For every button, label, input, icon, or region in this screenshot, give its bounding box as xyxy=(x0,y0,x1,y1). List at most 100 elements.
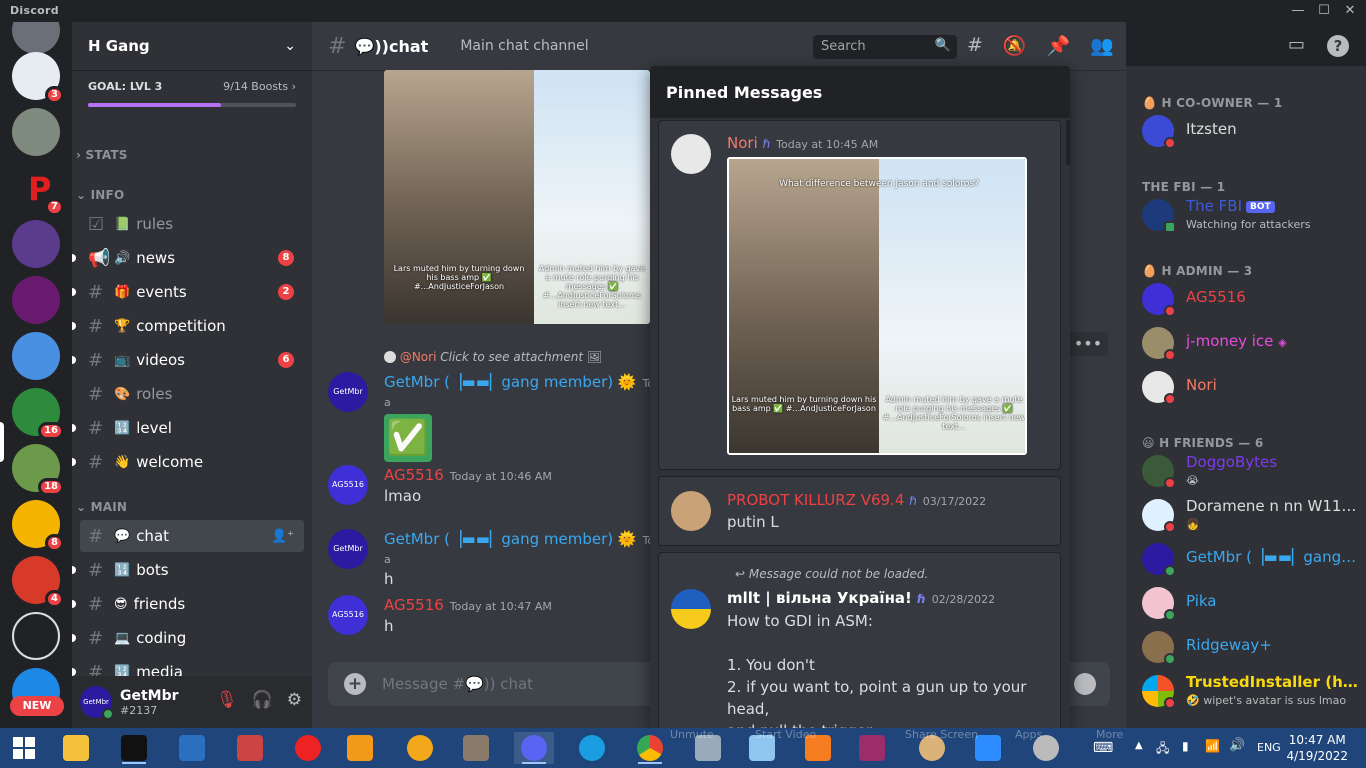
message-author[interactable]: GetMbr (▕▬▬▏gang member) 🌞 xyxy=(384,373,637,391)
emoji-picker-icon[interactable] xyxy=(1074,673,1096,695)
channel-coding[interactable]: # 💻 coding xyxy=(72,622,304,654)
server-icon[interactable]: 18 xyxy=(12,444,64,496)
reply-reference[interactable]: @Nori Click to see attachment 🖼 xyxy=(384,350,602,364)
server-icon[interactable]: 3 xyxy=(12,52,64,104)
headphones-icon[interactable]: 🎧 xyxy=(252,690,273,710)
member-item[interactable]: Doramene n nn W11 U... 👧 xyxy=(1142,494,1358,536)
paint-tool-icon[interactable] xyxy=(230,732,270,764)
message-time: Today at 10:46 AM xyxy=(449,470,552,483)
channel-bots[interactable]: # 🔢 bots xyxy=(72,554,304,586)
help-icon[interactable]: ? xyxy=(1327,35,1349,57)
gear-icon[interactable]: ⚙ xyxy=(287,690,302,710)
member-item[interactable]: j-money ice ◈ xyxy=(1142,322,1358,364)
message-author[interactable]: GetMbr (▕▬▬▏gang member) 🌞 xyxy=(384,530,637,548)
pinned-scrollbar[interactable] xyxy=(1066,120,1070,165)
server-list: 3 P 7 16 18 8 4 NEW xyxy=(0,22,72,728)
server-icon[interactable] xyxy=(12,220,60,268)
edge-browser-icon[interactable] xyxy=(572,732,612,764)
pin-icon[interactable]: 📌 xyxy=(1047,34,1071,57)
windows-start-icon[interactable] xyxy=(4,732,44,764)
server-icon[interactable]: P 7 xyxy=(12,164,64,216)
channel-videos[interactable]: # 📺 videos 6 xyxy=(72,344,304,376)
winrar-icon[interactable] xyxy=(852,732,892,764)
member-item[interactable]: Pika xyxy=(1142,582,1358,624)
channel-chat[interactable]: # 💬 chat 👤⁺ xyxy=(80,520,304,552)
opera-browser-icon[interactable] xyxy=(288,732,328,764)
channel-competition[interactable]: # 🏆 competition xyxy=(72,310,304,342)
language-indicator[interactable]: ENG xyxy=(1257,741,1281,754)
members-icon[interactable]: 👥 xyxy=(1090,34,1114,57)
announcement-icon: 📢 xyxy=(88,247,111,269)
file-explorer-icon[interactable] xyxy=(56,732,96,764)
category-main[interactable]: ⌄ MAIN xyxy=(76,500,127,514)
member-item[interactable]: Ridgeway+ xyxy=(1142,626,1358,668)
server-icon[interactable]: 16 xyxy=(12,388,64,440)
inbox-icon[interactable]: ▭ xyxy=(1288,34,1305,55)
channel-news[interactable]: 📢 🔊 news 8 xyxy=(72,242,304,274)
member-item[interactable]: AG5516 xyxy=(1142,278,1358,320)
keyboard-icon[interactable]: ⌨ xyxy=(1093,740,1113,756)
avatar[interactable]: GetMbr xyxy=(80,686,114,720)
server-icon[interactable]: 8 xyxy=(12,500,64,552)
close-icon[interactable]: ✕ xyxy=(1334,0,1366,22)
server-icon[interactable]: 4 xyxy=(12,556,64,608)
discord-taskbar-icon[interactable] xyxy=(514,732,554,764)
network-icon[interactable]: 🖧 xyxy=(1156,739,1169,760)
member-item[interactable]: GetMbr (▕▬▬▏gang ... xyxy=(1142,538,1358,580)
search-input[interactable]: Search 🔍 xyxy=(813,35,957,59)
notification-bell-muted-icon[interactable]: 🔕 xyxy=(1003,34,1027,57)
channel-topic[interactable]: Main chat channel xyxy=(460,38,588,54)
message-author[interactable]: AG5516 xyxy=(384,596,444,614)
hash-icon: # xyxy=(88,559,104,581)
channel-roles[interactable]: # 🎨 roles xyxy=(80,378,304,410)
powershell-icon[interactable] xyxy=(172,732,212,764)
server-icon[interactable] xyxy=(12,22,60,54)
battery-icon[interactable]: ▮ xyxy=(1182,739,1189,753)
more-options-icon[interactable]: ••• xyxy=(1068,332,1108,356)
chevron-up-icon[interactable]: ▲ xyxy=(1135,740,1143,751)
gimp-tile xyxy=(463,735,489,761)
member-item[interactable]: DoggoBytes 😭 xyxy=(1142,450,1358,492)
meme-image-attachment[interactable]: Lars muted him by turning down his bass … xyxy=(384,70,650,324)
guild-header[interactable]: H Gang ⌄ xyxy=(72,22,312,70)
invite-icon[interactable]: 👤⁺ xyxy=(271,529,294,544)
terminal-icon[interactable] xyxy=(114,732,154,764)
channel-rules[interactable]: ☑ 📗 rules xyxy=(80,208,304,240)
threads-icon[interactable]: # xyxy=(967,34,983,57)
channel-level[interactable]: # 🔢 level xyxy=(72,412,304,444)
boost-goal[interactable]: GOAL: LVL 3 9/14 Boosts › xyxy=(72,70,312,107)
pinned-message[interactable]: PROBOT KILLURZ V69.4 ℏ 03/17/2022 putin L xyxy=(658,476,1061,546)
member-item[interactable]: TrustedInstaller (h Fri... 🤣 wipet's avat… xyxy=(1142,670,1358,712)
message-author[interactable]: AG5516 xyxy=(384,466,444,484)
pinned-message[interactable]: Nori ℏ Today at 10:45 AM What difference … xyxy=(658,120,1061,470)
avatar[interactable]: GetMbr xyxy=(328,372,368,412)
member-item[interactable]: Itzsten xyxy=(1142,110,1358,152)
clock[interactable]: 10:47 AM 4/19/2022 xyxy=(1286,732,1348,764)
avatar[interactable]: AG5516 xyxy=(328,595,368,635)
virtualbox-icon[interactable] xyxy=(340,732,380,764)
channel-friends[interactable]: # 😎 friends xyxy=(72,588,304,620)
signal-icon[interactable]: 📶 xyxy=(1205,739,1220,753)
channel-events[interactable]: # 🎁 events 2 xyxy=(72,276,304,308)
upload-plus-icon[interactable]: + xyxy=(344,673,366,695)
pinned-message[interactable]: ↩ Message could not be loaded. mllt | ві… xyxy=(658,552,1061,728)
gimp-icon[interactable] xyxy=(456,732,496,764)
server-icon[interactable] xyxy=(12,276,60,324)
member-item[interactable]: The FBI BOT Watching for attackers xyxy=(1142,194,1358,236)
meme-image-attachment[interactable]: What difference between Jason and soloro… xyxy=(727,157,1027,455)
volume-icon[interactable]: 🔊 xyxy=(1229,738,1245,753)
avatar[interactable]: GetMbr xyxy=(328,529,368,569)
avatar[interactable]: AG5516 xyxy=(328,465,368,505)
category-info[interactable]: ⌄ INFO xyxy=(76,188,124,202)
obs-server-icon[interactable] xyxy=(12,612,60,660)
mention-badge: 4 xyxy=(45,590,64,608)
virtualbox-tile xyxy=(347,735,373,761)
category-stats[interactable]: › STATS xyxy=(76,148,128,162)
member-item[interactable]: Nori xyxy=(1142,366,1358,408)
chrome-browser-icon[interactable] xyxy=(630,732,670,764)
channel-welcome[interactable]: # 👋 welcome xyxy=(72,446,304,478)
server-icon[interactable] xyxy=(12,332,60,380)
server-icon[interactable] xyxy=(12,108,60,156)
audio-app-icon[interactable] xyxy=(400,732,440,764)
mic-muted-icon[interactable]: 🎙 xyxy=(216,690,238,710)
